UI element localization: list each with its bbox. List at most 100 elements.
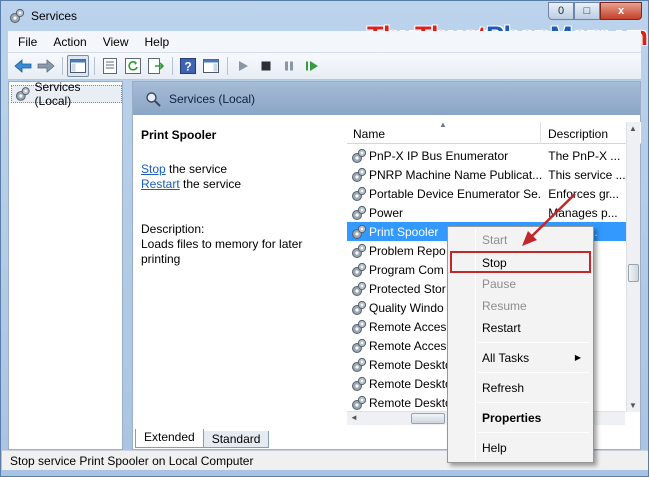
tab-standard[interactable]: Standard <box>202 431 270 448</box>
stop-service-button[interactable] <box>255 55 277 77</box>
close-button[interactable]: x <box>600 2 642 20</box>
description-text: Loads files to memory for later printing <box>141 237 303 266</box>
menu-item-resume[interactable]: Resume <box>450 295 591 317</box>
tree-node-services-local[interactable]: Services (Local) <box>11 80 122 108</box>
menu-bar: File Action View Help <box>8 31 641 53</box>
menu-item-refresh[interactable]: Refresh <box>450 377 591 399</box>
selected-service-name: Print Spooler <box>141 128 217 142</box>
service-gear-icon <box>351 148 367 164</box>
service-gear-icon <box>351 319 367 335</box>
show-action-pane-button[interactable] <box>200 55 222 77</box>
service-gear-icon <box>351 376 367 392</box>
description-label: Description: <box>141 222 205 236</box>
service-gear-icon <box>351 243 367 259</box>
table-row[interactable]: Portable Device Enumerator Se... Enforces… <box>347 184 627 203</box>
restart-service-link[interactable]: Restart <box>141 177 180 191</box>
maximize-button[interactable]: □ <box>574 2 600 20</box>
menu-item-help[interactable]: Help <box>450 437 591 459</box>
menu-item-start[interactable]: Start <box>450 229 591 251</box>
pane-header: Services (Local) <box>133 82 640 115</box>
pause-icon <box>285 61 293 71</box>
console-tree-pane: Services (Local) <box>8 80 123 450</box>
services-gear-icon <box>10 8 25 23</box>
service-gear-icon <box>351 262 367 278</box>
console-tree-icon <box>70 59 86 73</box>
sort-ascending-icon: ▲ <box>439 122 447 129</box>
tree-node-label: Services (Local) <box>34 80 81 108</box>
scroll-down-icon[interactable]: ▼ <box>629 401 637 410</box>
window-controls: 0 □ x <box>548 2 642 20</box>
vertical-scrollbar[interactable]: ▲ ▼ <box>626 122 640 412</box>
services-gear-icon <box>15 87 30 101</box>
table-row[interactable]: Power Manages p... <box>347 203 627 222</box>
stop-square-icon <box>261 61 271 71</box>
forward-button[interactable] <box>35 55 57 77</box>
menu-help[interactable]: Help <box>137 35 178 49</box>
export-list-button[interactable] <box>145 55 167 77</box>
show-hide-console-tree-button[interactable] <box>67 55 89 77</box>
menu-item-pause[interactable]: Pause <box>450 273 591 295</box>
menu-view[interactable]: View <box>95 35 137 49</box>
svg-text:?: ? <box>184 60 191 74</box>
stop-service-link[interactable]: Stop <box>141 162 166 176</box>
refresh-icon <box>125 58 141 74</box>
service-description-cell: The PnP-X ... <box>548 148 621 163</box>
list-header: ▲ Name Description <box>347 122 641 144</box>
service-name-cell: Power <box>369 205 404 220</box>
column-header-name[interactable]: ▲ Name <box>347 122 541 144</box>
service-name-cell: PnP-X IP Bus Enumerator <box>369 148 509 163</box>
pane-header-title: Services (Local) <box>169 91 256 106</box>
menu-file[interactable]: File <box>8 35 45 49</box>
service-gear-icon <box>351 300 367 316</box>
service-gear-icon <box>351 224 367 240</box>
table-row[interactable]: PnP-X IP Bus Enumerator The PnP-X ... <box>347 146 627 165</box>
back-button[interactable] <box>12 55 34 77</box>
properties-toolbar-button[interactable] <box>99 55 121 77</box>
all-tasks-label: All Tasks <box>482 351 530 365</box>
toolbar-separator <box>62 57 63 75</box>
submenu-arrow-icon: ▶ <box>574 353 581 362</box>
services-window: Services 0 □ x ThuThuatPhanMem.vn File A… <box>0 0 649 477</box>
menu-item-restart[interactable]: Restart <box>450 317 591 339</box>
restart-link-suffix: the service <box>179 177 242 191</box>
menu-separator <box>478 342 589 343</box>
pause-service-button[interactable] <box>278 55 300 77</box>
service-description-cell: This service ... <box>548 167 626 182</box>
service-gear-icon <box>351 167 367 183</box>
scroll-left-icon[interactable]: ◄ <box>350 413 358 422</box>
column-name-label: Name <box>353 127 386 141</box>
search-magnifier-icon <box>146 91 161 107</box>
service-actions: Stop the service Restart the service <box>141 162 341 192</box>
refresh-toolbar-button[interactable] <box>122 55 144 77</box>
start-service-button[interactable] <box>232 55 254 77</box>
restart-service-button[interactable] <box>301 55 323 77</box>
menu-item-properties[interactable]: Properties <box>450 407 591 429</box>
play-icon <box>239 61 248 71</box>
menu-item-all-tasks[interactable]: All Tasks ▶ <box>450 347 591 369</box>
help-toolbar-button[interactable]: ? <box>177 55 199 77</box>
back-arrow-icon <box>14 59 32 73</box>
service-description-cell: Enforces gr... <box>548 186 619 201</box>
service-gear-icon <box>351 357 367 373</box>
menu-separator <box>478 402 589 403</box>
table-row[interactable]: PNRP Machine Name Publicat... This servic… <box>347 165 627 184</box>
menu-separator <box>478 432 589 433</box>
horizontal-scroll-thumb[interactable] <box>411 413 445 424</box>
window-title: Services <box>31 9 78 23</box>
menu-separator <box>478 372 589 373</box>
menu-item-stop[interactable]: Stop <box>450 251 591 273</box>
scroll-up-icon[interactable]: ▲ <box>629 124 637 133</box>
export-list-icon <box>148 58 164 74</box>
tab-extended[interactable]: Extended <box>135 429 204 448</box>
minimize-button[interactable]: 0 <box>548 2 574 20</box>
toolbar-separator <box>227 57 228 75</box>
context-menu: Start Stop Pause Resume Restart All Task… <box>447 226 594 463</box>
service-description-cell: Manages p... <box>548 205 618 220</box>
action-pane-icon <box>203 59 219 73</box>
service-name-cell: Portable Device Enumerator Se... <box>369 186 543 201</box>
toolbar-separator <box>94 57 95 75</box>
toolbar-separator <box>172 57 173 75</box>
vertical-scroll-thumb[interactable] <box>628 264 639 282</box>
menu-action[interactable]: Action <box>45 35 94 49</box>
service-name-cell: PNRP Machine Name Publicat... <box>369 167 543 182</box>
